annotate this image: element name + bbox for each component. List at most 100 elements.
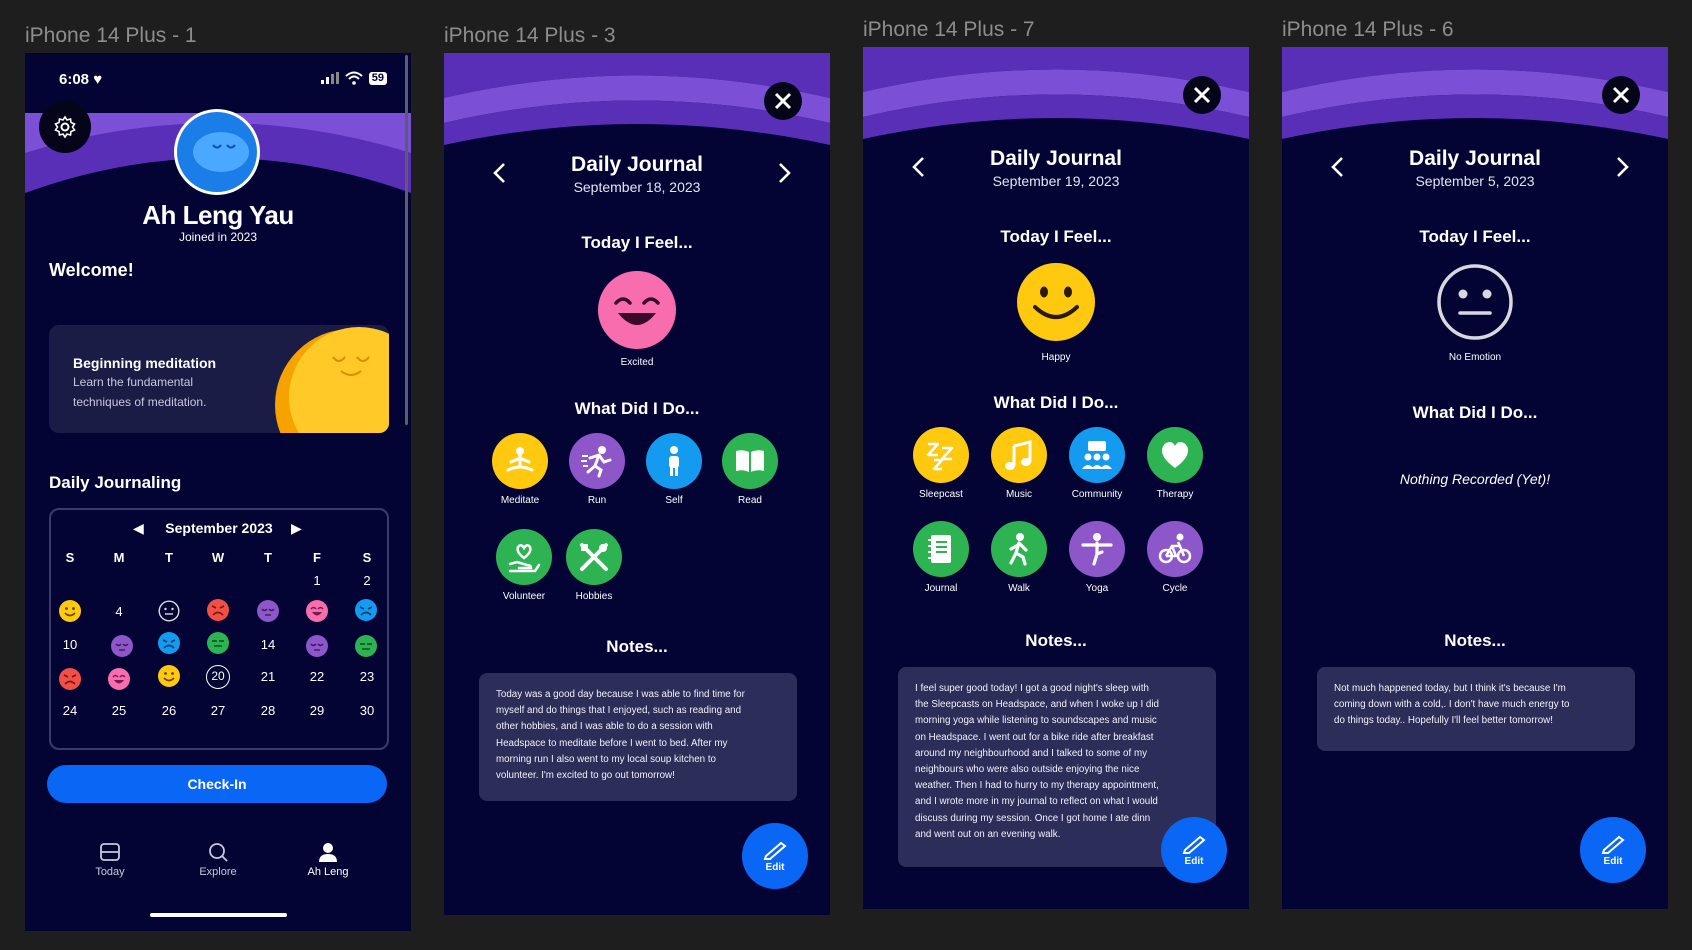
activity-sleepcast[interactable]: Sleepcast bbox=[901, 427, 981, 500]
close-button[interactable] bbox=[1602, 76, 1640, 114]
activity-journal[interactable]: Journal bbox=[901, 521, 981, 594]
calendar-day[interactable]: 22 bbox=[300, 669, 334, 684]
frame-title-3: iPhone 14 Plus - 3 bbox=[444, 24, 616, 47]
journal-date: September 18, 2023 bbox=[573, 179, 701, 195]
angry-face-icon[interactable] bbox=[59, 668, 81, 690]
activity-label: Cycle bbox=[1162, 583, 1188, 594]
edit-button[interactable]: Edit bbox=[1580, 817, 1646, 883]
close-button[interactable] bbox=[1183, 76, 1221, 114]
gear-icon bbox=[54, 115, 76, 139]
sad-face-icon[interactable] bbox=[355, 599, 377, 621]
settings-button[interactable] bbox=[39, 101, 91, 153]
calendar-day[interactable]: 10 bbox=[53, 637, 87, 652]
calendar-day[interactable]: 2 bbox=[350, 573, 384, 588]
calendar: ◀ September 2023 ▶ S M T W T F S 1 2 4 1… bbox=[49, 508, 389, 750]
close-icon bbox=[1612, 86, 1630, 104]
checkin-button[interactable]: Check-In bbox=[47, 765, 387, 803]
calm-face-icon[interactable] bbox=[207, 632, 229, 654]
calendar-day[interactable]: 27 bbox=[201, 703, 235, 718]
home-indicator bbox=[150, 913, 287, 917]
meditation-card[interactable]: Beginning meditation Learn the fundament… bbox=[49, 325, 389, 433]
activity-label: Run bbox=[587, 495, 607, 506]
wifi-icon bbox=[345, 71, 363, 85]
sleepy-face-icon[interactable] bbox=[111, 635, 133, 657]
frame-title-7: iPhone 14 Plus - 7 bbox=[863, 18, 1035, 41]
edit-button[interactable]: Edit bbox=[1161, 817, 1227, 883]
activity-run[interactable]: Run bbox=[557, 433, 637, 506]
neutral-face-icon[interactable] bbox=[158, 600, 180, 622]
sleepy-face-icon[interactable] bbox=[306, 635, 328, 657]
notes-heading: Notes... bbox=[1025, 631, 1087, 650]
calendar-day[interactable]: 26 bbox=[152, 703, 186, 718]
calendar-day[interactable]: 25 bbox=[102, 703, 136, 718]
happy-face-icon[interactable] bbox=[158, 665, 180, 687]
angry-face-icon[interactable] bbox=[207, 599, 229, 621]
notes-box[interactable]: Today was a good day because I was able … bbox=[479, 673, 797, 801]
mood-label: Happy bbox=[1041, 352, 1071, 363]
note-line: other hobbies, and I was able to do a se… bbox=[496, 721, 713, 733]
journal-date: September 19, 2023 bbox=[992, 173, 1120, 189]
calendar-day[interactable]: 24 bbox=[53, 703, 87, 718]
activity-therapy[interactable]: Therapy bbox=[1135, 427, 1215, 500]
activity-music[interactable]: Music bbox=[979, 427, 1059, 500]
signal-icon bbox=[320, 72, 339, 84]
tab-today[interactable]: Today bbox=[65, 841, 155, 878]
excited-face-icon[interactable] bbox=[306, 600, 328, 622]
activity-community[interactable]: Community bbox=[1057, 427, 1137, 500]
notes-box[interactable]: Not much happened today, but I think it'… bbox=[1317, 667, 1635, 751]
calm-face-icon[interactable] bbox=[355, 635, 377, 657]
close-button[interactable] bbox=[764, 82, 802, 120]
calendar-day[interactable]: 30 bbox=[350, 703, 384, 718]
yoga-icon bbox=[1081, 533, 1113, 566]
activity-read[interactable]: Read bbox=[710, 433, 790, 506]
sleepy-face-icon[interactable] bbox=[257, 600, 279, 622]
today-icon bbox=[100, 843, 120, 861]
weekday: F bbox=[313, 550, 321, 565]
avatar[interactable] bbox=[174, 109, 260, 195]
activity-cycle[interactable]: Cycle bbox=[1135, 521, 1215, 594]
activity-hobbies[interactable]: Hobbies bbox=[554, 529, 634, 602]
heart-hand-icon bbox=[508, 544, 541, 573]
calendar-day[interactable]: 4 bbox=[102, 604, 136, 619]
activity-self[interactable]: Self bbox=[634, 433, 714, 506]
run-icon bbox=[581, 446, 612, 478]
tools-icon bbox=[580, 543, 608, 571]
did-heading: What Did I Do... bbox=[993, 393, 1119, 412]
note-line: discuss during my session. Once I got ho… bbox=[915, 812, 1151, 824]
calendar-day[interactable]: 21 bbox=[251, 669, 285, 684]
activity-label: Journal bbox=[924, 583, 958, 594]
note-line: Today was a good day because I was able … bbox=[496, 689, 745, 700]
calendar-day-today[interactable]: 20 bbox=[206, 665, 230, 689]
calendar-day[interactable]: 29 bbox=[300, 703, 334, 718]
tab-profile[interactable]: Ah Leng bbox=[283, 841, 373, 878]
calendar-day[interactable]: 14 bbox=[251, 637, 285, 652]
edit-button[interactable]: Edit bbox=[742, 823, 808, 889]
happy-face-icon[interactable] bbox=[59, 600, 81, 622]
close-icon bbox=[774, 92, 792, 110]
calendar-day[interactable]: 28 bbox=[251, 703, 285, 718]
weekday: T bbox=[264, 550, 272, 565]
journal-title: Daily Journal bbox=[571, 153, 703, 176]
profile-name: Ah Leng Yau bbox=[142, 200, 294, 230]
music-note-icon bbox=[1005, 440, 1032, 470]
note-line: weather. Then I had to hurry to my thera… bbox=[915, 780, 1159, 792]
tab-label: Today bbox=[95, 866, 125, 878]
activity-label: Volunteer bbox=[502, 591, 546, 602]
calendar-next-arrow[interactable]: ▶ bbox=[291, 520, 302, 537]
activity-yoga[interactable]: Yoga bbox=[1057, 521, 1137, 594]
feel-heading: Today I Feel... bbox=[581, 233, 693, 252]
calendar-day[interactable]: 23 bbox=[350, 669, 384, 684]
activity-meditate[interactable]: Meditate bbox=[480, 433, 560, 506]
sad-face-icon[interactable] bbox=[158, 632, 180, 654]
calendar-day[interactable]: 1 bbox=[300, 573, 334, 588]
activity-volunteer[interactable]: Volunteer bbox=[484, 529, 564, 602]
tab-explore[interactable]: Explore bbox=[173, 841, 263, 878]
pencil-icon bbox=[1601, 835, 1625, 854]
card-desc-1: Learn the fundamental bbox=[73, 375, 194, 389]
feel-heading: Today I Feel... bbox=[1000, 227, 1112, 246]
journal-screen-sep18: Daily Journal September 18, 2023 Today I… bbox=[444, 53, 830, 915]
excited-face-icon[interactable] bbox=[108, 668, 130, 690]
note-line: on Headspace. I went out for a bike ride… bbox=[915, 731, 1154, 743]
activity-walk[interactable]: Walk bbox=[979, 521, 1059, 594]
journal-heading: Daily Journaling bbox=[49, 473, 182, 492]
